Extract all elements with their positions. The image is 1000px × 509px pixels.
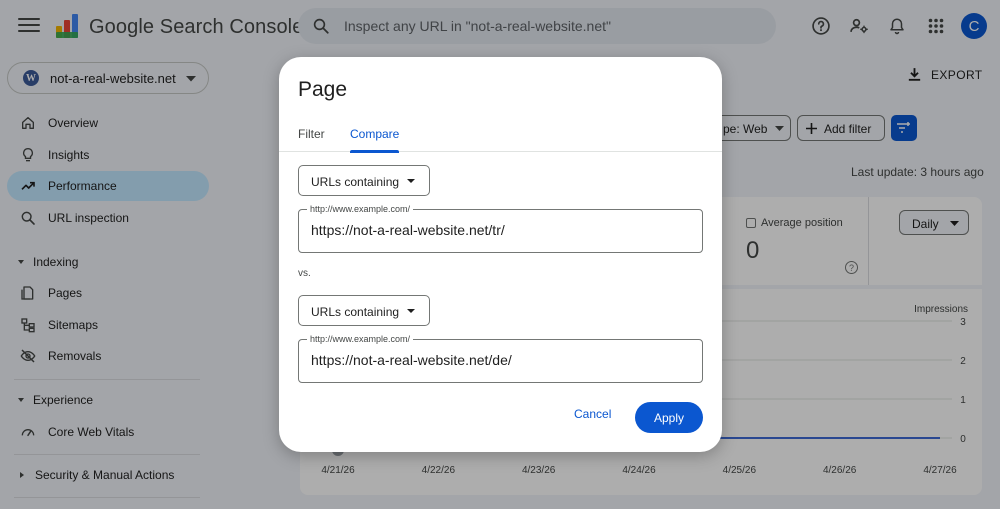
- second-match-type-dropdown[interactable]: URLs containing: [298, 295, 430, 326]
- second-url-field[interactable]: http://www.example.com/: [298, 334, 703, 383]
- first-url-input[interactable]: [311, 222, 691, 238]
- field-label: http://www.example.com/: [307, 204, 414, 214]
- dropdown-arrow-icon: [407, 309, 415, 313]
- dialog-tabs: Filter Compare: [279, 124, 722, 153]
- first-url-field[interactable]: http://www.example.com/: [298, 204, 703, 253]
- dropdown-label: URLs containing: [311, 305, 400, 319]
- tab-filter[interactable]: Filter: [298, 127, 325, 152]
- cancel-button[interactable]: Cancel: [574, 407, 611, 421]
- page-filter-dialog: Page Filter Compare URLs containing http…: [279, 57, 722, 452]
- apply-button[interactable]: Apply: [635, 402, 703, 433]
- field-label: http://www.example.com/: [307, 334, 414, 344]
- dialog-title: Page: [298, 78, 348, 101]
- first-match-type-dropdown[interactable]: URLs containing: [298, 165, 430, 196]
- tab-compare[interactable]: Compare: [350, 127, 400, 153]
- vs-label: vs.: [298, 268, 311, 279]
- second-url-input[interactable]: [311, 352, 691, 368]
- dropdown-label: URLs containing: [311, 175, 400, 189]
- dropdown-arrow-icon: [407, 179, 415, 183]
